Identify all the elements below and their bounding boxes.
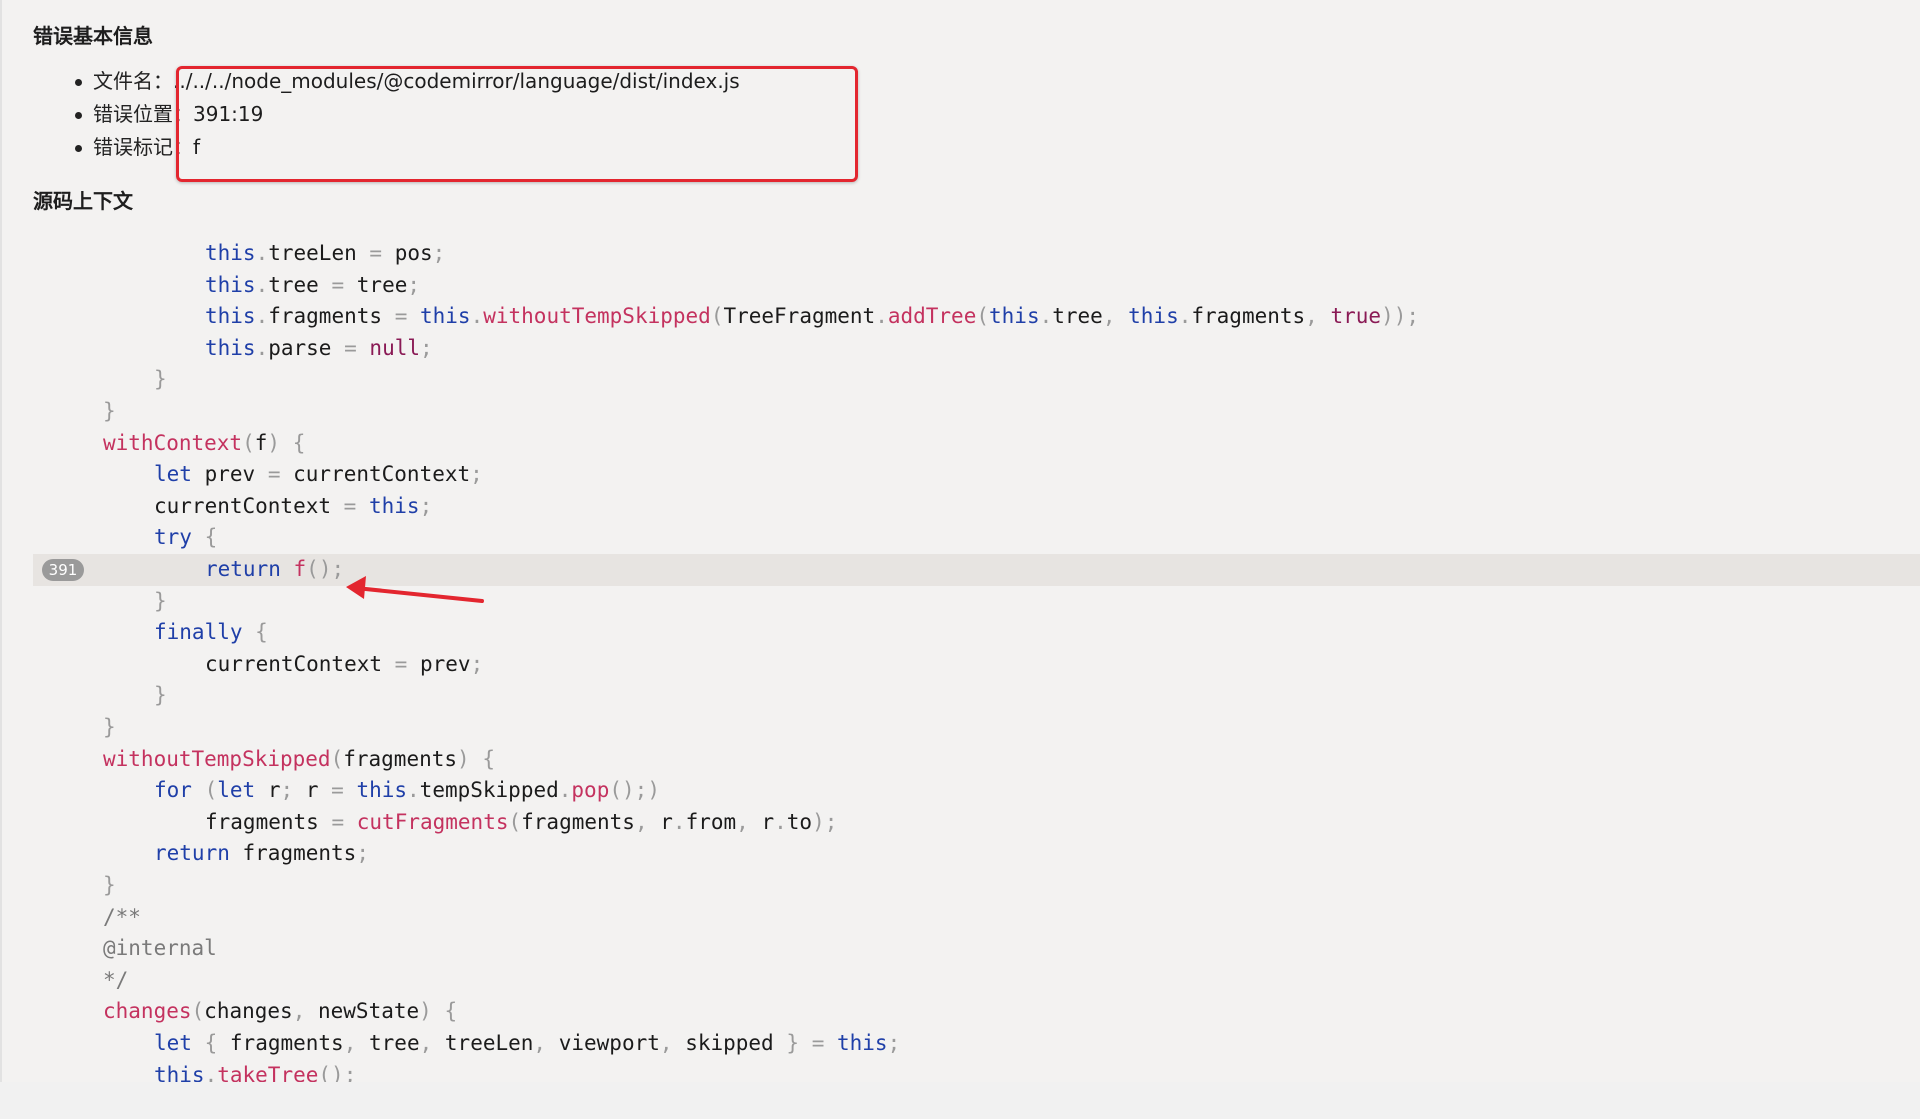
code-line: currentContext = prev; [33, 649, 1920, 681]
source-context-title: 源码上下文 [33, 189, 133, 213]
code-line: this.tree = tree; [33, 270, 1920, 302]
code-line-text: for (let r; r = this.tempSkipped.pop();) [154, 778, 660, 803]
code-line: } [33, 870, 1920, 902]
error-line-number-badge: 391 [42, 559, 84, 581]
code-line: } [33, 396, 1920, 428]
error-info-title: 错误基本信息 [33, 24, 153, 48]
code-line-text: changes(changes, newState) { [103, 999, 458, 1024]
code-line-text: withoutTempSkipped(fragments) { [103, 746, 495, 771]
code-line-text: } [154, 683, 167, 708]
code-line-text: } [103, 399, 116, 423]
code-viewer[interactable]: ·· ·· ·· ··· ·· ·· · ·· ·· · · this.tree… [33, 238, 1920, 1082]
code-line: withoutTempSkipped(fragments) { [33, 744, 1920, 776]
code-line: } [33, 586, 1920, 618]
code-line: this.parse = null; [33, 333, 1920, 365]
code-line: return fragments; [33, 838, 1920, 870]
code-line: this.treeLen = pos; [33, 238, 1920, 270]
code-line-text: @internal [103, 936, 217, 961]
code-line-text: currentContext = prev; [205, 651, 484, 676]
bullet-icon [75, 145, 82, 152]
code-line: */ [33, 965, 1920, 997]
code-line: /** [33, 902, 1920, 934]
code-line: } [33, 680, 1920, 712]
code-line: } [33, 712, 1920, 744]
code-line-text: currentContext = this; [154, 493, 433, 518]
code-line-text: this.treeLen = pos; [205, 241, 446, 265]
code-line: this.fragments = this.withoutTempSkipped… [33, 301, 1920, 333]
code-line: @internal [33, 933, 1920, 965]
bottom-bar [0, 1082, 1920, 1119]
code-line: finally { [33, 617, 1920, 649]
code-line: fragments = cutFragments(fragments, r.fr… [33, 807, 1920, 839]
code-line-text: } [103, 715, 116, 739]
bullet-icon [75, 79, 82, 86]
code-line: this.takeTree(); [33, 1060, 1920, 1082]
code-line-text: withContext(f) { [103, 430, 306, 455]
code-line-text: finally { [154, 620, 268, 645]
annotation-highlight-box [176, 66, 858, 182]
code-line: currentContext = this; [33, 491, 1920, 523]
bullet-icon [75, 112, 82, 119]
code-line: try { [33, 522, 1920, 554]
code-line: changes(changes, newState) { [33, 996, 1920, 1028]
code-line: let { fragments, tree, treeLen, viewport… [33, 1028, 1920, 1060]
info-label: 文件名： [93, 69, 173, 93]
code-line-text: try { [154, 525, 218, 550]
code-line-text: return f(); [205, 557, 345, 581]
left-border [0, 0, 2, 1119]
code-line: withContext(f) { [33, 428, 1920, 460]
code-line-text: return fragments; [154, 841, 369, 866]
code-line-text: this.fragments = this.withoutTempSkipped… [205, 304, 1420, 329]
code-line-text: fragments = cutFragments(fragments, r.fr… [205, 809, 838, 834]
code-line-text: /** [103, 904, 141, 929]
code-line-text: */ [103, 967, 129, 992]
code-line-error: 391 return f(); [33, 554, 1920, 586]
code-line-text: let prev = currentContext; [154, 462, 483, 487]
code-line-text: this.tree = tree; [205, 272, 421, 297]
code-line-text: this.takeTree(); [154, 1062, 357, 1082]
code-line-text: this.parse = null; [205, 335, 433, 360]
code-line: } [33, 364, 1920, 396]
code-line: for (let r; r = this.tempSkipped.pop();) [33, 775, 1920, 807]
code-line: let prev = currentContext; [33, 459, 1920, 491]
code-line-text: } [154, 367, 167, 392]
code-line-text: } [103, 873, 116, 897]
code-line-text: let { fragments, tree, treeLen, viewport… [154, 1031, 901, 1055]
code-line-text: } [154, 588, 167, 613]
